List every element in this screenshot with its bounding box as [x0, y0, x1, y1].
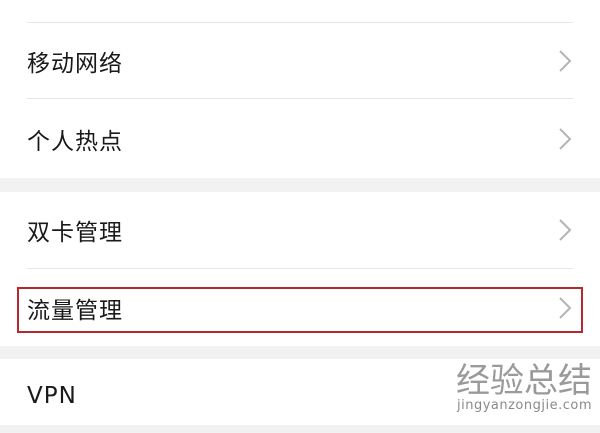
watermark: 经验总结 jingyanzongjie.com [456, 364, 592, 413]
settings-item-label: VPN [27, 383, 77, 409]
settings-item-dual-sim[interactable]: 双卡管理 [0, 192, 600, 268]
settings-group-network: 移动网络 个人热点 [0, 0, 600, 178]
chevron-right-icon [558, 127, 572, 151]
settings-item-label: 个人热点 [27, 128, 123, 155]
watermark-site: jingyanzongjie.com [456, 398, 592, 413]
chevron-right-icon [558, 218, 572, 242]
settings-item-mobile-network[interactable]: 移动网络 [0, 23, 600, 98]
settings-item-label: 移动网络 [27, 50, 123, 77]
highlight-box [17, 287, 583, 333]
watermark-logo: 经验总结 [456, 361, 592, 401]
chevron-right-icon [558, 49, 572, 73]
settings-item-personal-hotspot[interactable]: 个人热点 [0, 99, 600, 178]
settings-item-label: 双卡管理 [27, 220, 123, 246]
